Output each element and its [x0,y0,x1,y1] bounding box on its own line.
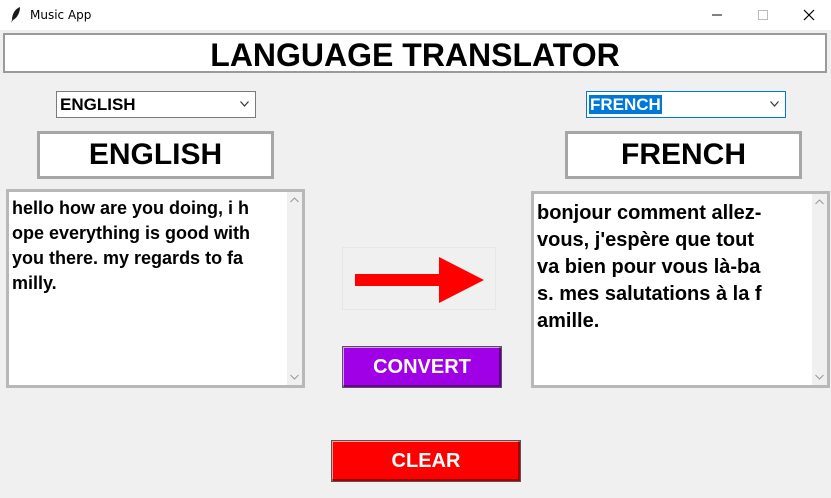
maximize-icon [758,10,768,20]
feather-icon [11,7,20,23]
window-title: Music App [30,8,92,22]
app-heading: LANGUAGE TRANSLATOR [3,33,827,73]
source-text-line: ope everything is good with [12,223,251,243]
source-text-line: you there. my regards to fa [12,248,244,268]
translate-arrow [342,247,496,310]
scroll-down-icon[interactable] [290,374,299,380]
title-bar: Music App [0,0,831,30]
chevron-down-icon [240,101,249,107]
target-text-line: s. mes salutations à la f [537,283,762,305]
right-arrow-icon [355,257,484,303]
target-text-output[interactable]: bonjour comment allez-vous, j'espère que… [531,191,830,388]
target-text: bonjour comment allez-vous, j'espère que… [537,200,762,335]
clear-button[interactable]: CLEAR [331,440,521,482]
source-text-line: hello how are you doing, i h [12,198,250,218]
close-icon [803,9,815,21]
target-text-line: va bien pour vous là-ba [537,256,761,278]
source-scrollbar[interactable] [287,192,302,385]
source-text-line: milly. [12,273,57,293]
scroll-down-icon[interactable] [815,374,824,380]
convert-button[interactable]: CONVERT [342,346,502,388]
scroll-up-icon[interactable] [290,197,299,203]
target-text-line: bonjour comment allez- [537,202,762,224]
source-text-input[interactable]: hello how are you doing, i h ope everythi… [6,189,305,388]
target-language-label: FRENCH [565,131,802,179]
minimize-icon [712,14,722,16]
target-scrollbar[interactable] [812,194,827,385]
chevron-down-icon [770,101,779,107]
target-text-line: amille. [537,310,600,332]
scroll-up-icon[interactable] [815,199,824,205]
target-text-line: vous, j'espère que tout [537,229,755,251]
source-text: hello how are you doing, i h ope everythi… [12,196,250,296]
source-language-value: ENGLISH [60,95,136,114]
target-language-select[interactable]: FRENCH [586,91,786,118]
source-language-select[interactable]: ENGLISH [56,91,256,118]
target-language-value: FRENCH [589,95,662,114]
close-button[interactable] [787,0,831,30]
source-language-label: ENGLISH [37,131,274,179]
maximize-button[interactable] [741,0,787,30]
minimize-button[interactable] [695,0,741,30]
